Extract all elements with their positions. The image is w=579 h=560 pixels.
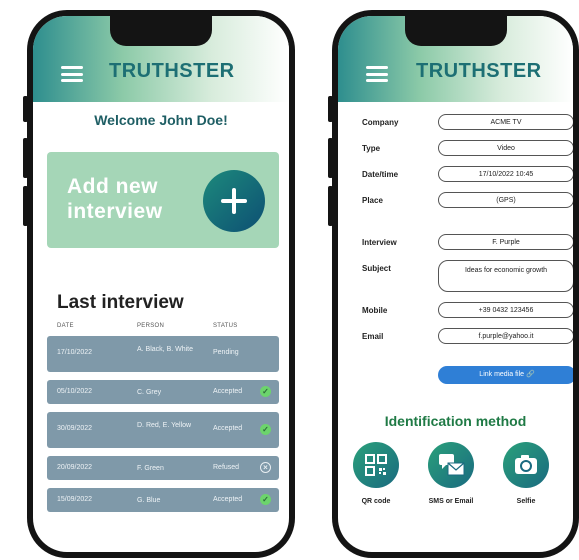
table-row[interactable]: 05/10/2022 C. Grey Accepted ✓ [47, 380, 279, 404]
identification-method-title: Identification method [384, 413, 527, 429]
volume-down-button [328, 186, 333, 226]
subject-field[interactable]: Ideas for economic growth [438, 260, 573, 292]
table-row[interactable]: 20/09/2022 F. Green Refused × [47, 456, 279, 480]
row-date: 20/09/2022 [57, 464, 93, 471]
selfie-method[interactable]: Selfie [496, 442, 556, 505]
row-date: 15/09/2022 [57, 496, 93, 503]
row-person: C. Grey [137, 389, 162, 396]
phone-notch [110, 16, 212, 46]
menu-icon[interactable] [366, 66, 388, 82]
type-label: Type [362, 144, 381, 153]
column-header-date: DATE [57, 323, 74, 329]
datetime-label: Date/time [362, 170, 399, 179]
row-person: G. Blue [137, 497, 161, 504]
phone-right: TRUTHSTER Company ACME TV Type Video Dat… [328, 10, 579, 558]
datetime-field[interactable]: 17/10/2022 10:45 [438, 166, 573, 182]
last-interview-title: Last interview [57, 292, 184, 313]
add-interview-button[interactable] [203, 170, 265, 232]
mobile-label: Mobile [362, 306, 388, 315]
link-media-file-button[interactable]: Link media file 🔗 [438, 366, 573, 384]
x-circle-icon: × [260, 462, 271, 473]
qr-code-method[interactable]: QR code [346, 442, 406, 505]
camera-icon [503, 442, 549, 488]
check-icon: ✓ [260, 424, 271, 435]
row-person: D. Red, E. Yellow [137, 422, 192, 429]
email-label: Email [362, 332, 384, 341]
sms-email-method[interactable]: SMS or Email [421, 442, 481, 505]
row-date: 30/09/2022 [57, 425, 93, 432]
column-header-person: PERSON [137, 323, 165, 329]
mobile-field[interactable]: +39 0432 123456 [438, 302, 573, 318]
row-date: 05/10/2022 [57, 388, 93, 395]
volume-up-button [328, 138, 333, 178]
row-person: A. Black, B. White [137, 346, 194, 353]
company-field[interactable]: ACME TV [438, 114, 573, 130]
row-status: Accepted [213, 388, 243, 395]
place-label: Place [362, 196, 383, 205]
type-field[interactable]: Video [438, 140, 573, 156]
mute-switch [328, 96, 333, 122]
method-label: Selfie [516, 498, 536, 505]
row-status: Refused [213, 464, 240, 471]
phone-left: TRUTHSTER Welcome John Doe! Add new inte… [23, 10, 295, 558]
app-title: TRUTHSTER [416, 60, 542, 82]
method-label: QR code [361, 498, 391, 505]
row-status: Pending [213, 349, 239, 356]
row-status: Accepted [213, 496, 243, 503]
email-field[interactable]: f.purple@yahoo.it [438, 328, 573, 344]
welcome-message: Welcome John Doe! [94, 112, 228, 128]
method-label: SMS or Email [428, 498, 474, 505]
qr-code-icon [353, 442, 399, 488]
app-title: TRUTHSTER [109, 60, 235, 82]
interview-list: 17/10/2022 A. Black, B. White Pending 05… [47, 336, 279, 520]
mute-switch [23, 96, 28, 122]
place-field[interactable]: (GPS) [438, 192, 573, 208]
company-label: Company [362, 118, 399, 127]
add-interview-label: Add new interview [67, 175, 163, 223]
row-status: Accepted [213, 425, 243, 432]
column-header-status: STATUS [213, 323, 238, 329]
interview-form-screen: TRUTHSTER Company ACME TV Type Video Dat… [338, 16, 573, 552]
row-person: F. Green [137, 465, 164, 472]
check-icon: ✓ [260, 386, 271, 397]
interview-field[interactable]: F. Purple [438, 234, 573, 250]
volume-down-button [23, 186, 28, 226]
row-date: 17/10/2022 [57, 349, 93, 356]
subject-label: Subject [362, 264, 391, 273]
table-row[interactable]: 15/09/2022 G. Blue Accepted ✓ [47, 488, 279, 512]
message-icon [428, 442, 474, 488]
add-interview-card[interactable]: Add new interview [47, 152, 279, 248]
table-row[interactable]: 30/09/2022 D. Red, E. Yellow Accepted ✓ [47, 412, 279, 448]
interview-label: Interview [362, 238, 397, 247]
table-row[interactable]: 17/10/2022 A. Black, B. White Pending [47, 336, 279, 372]
phone-notch [404, 16, 507, 46]
check-icon: ✓ [260, 494, 271, 505]
home-screen: TRUTHSTER Welcome John Doe! Add new inte… [33, 16, 289, 552]
menu-icon[interactable] [61, 66, 83, 82]
volume-up-button [23, 138, 28, 178]
